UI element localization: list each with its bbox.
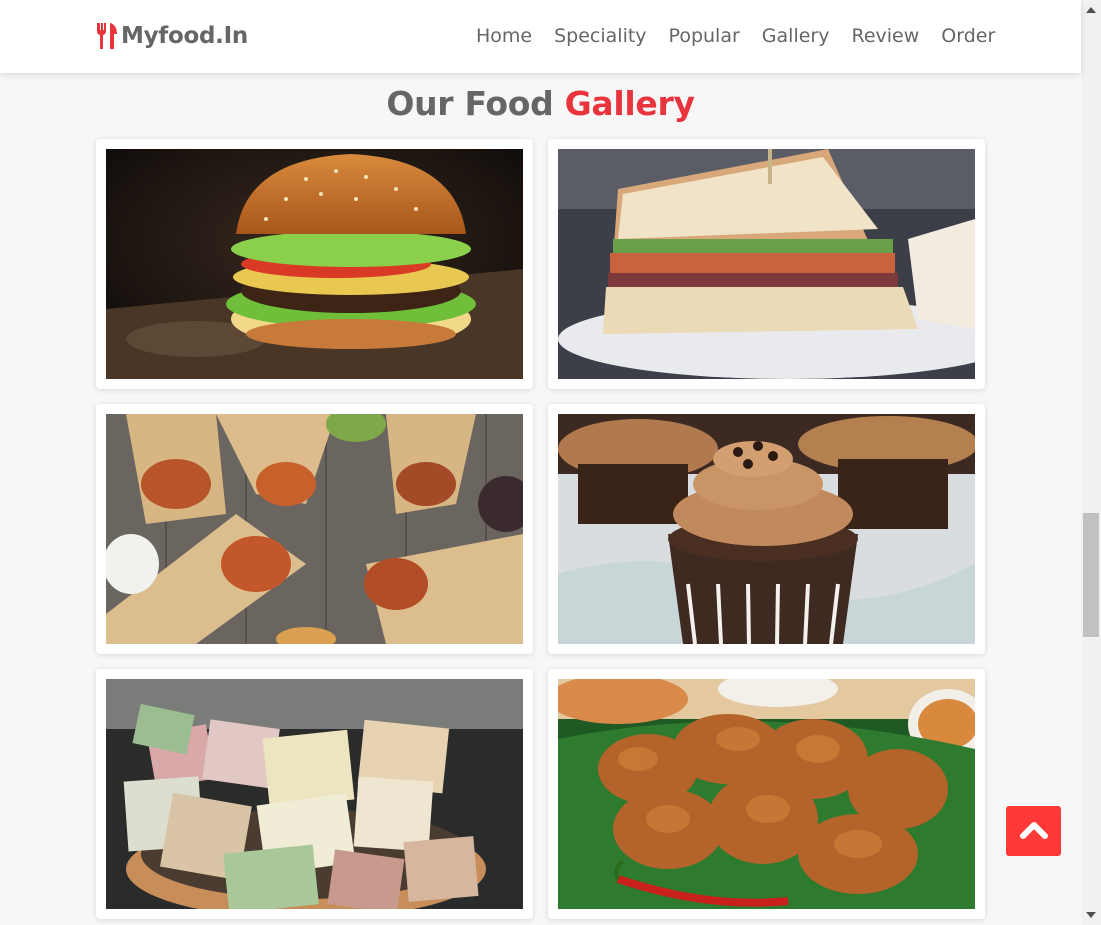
page-scrollbar[interactable] [1081,0,1101,925]
gallery-card-fried-chicken[interactable] [548,669,985,919]
sandwich-image [558,149,975,379]
cupcakes-image [558,414,975,644]
scroll-to-top-button[interactable] [1006,806,1061,856]
nav-speciality[interactable]: Speciality [554,24,646,48]
site-header: Myfood.In Home Speciality Popular Galler… [0,0,1081,73]
nav-popular[interactable]: Popular [669,24,740,48]
gallery-card-cupcakes[interactable] [548,404,985,654]
nav-review[interactable]: Review [851,24,919,48]
utensils-icon [95,22,119,50]
nav-home[interactable]: Home [476,24,532,48]
title-part1: Our Food [386,84,554,123]
scroll-thumb[interactable] [1083,513,1099,637]
gallery-card-burger[interactable] [96,139,533,389]
gallery-card-sandwich[interactable] [548,139,985,389]
fried-chicken-image [558,679,975,909]
gallery-title: Our Food Gallery [0,84,1081,123]
logo-link[interactable]: Myfood.In [95,20,248,52]
gallery-card-wraps[interactable] [96,404,533,654]
scroll-down-arrow-icon[interactable] [1086,912,1096,918]
title-part2: Gallery [564,84,695,123]
logo-text: Myfood.In [121,23,248,49]
chevron-up-icon [1019,819,1048,843]
wraps-image [106,414,523,644]
gallery-card-paneer[interactable] [96,669,533,919]
scroll-up-arrow-icon[interactable] [1086,7,1096,13]
nav-order[interactable]: Order [941,24,995,48]
main-nav: Home Speciality Popular Gallery Review O… [476,24,1017,48]
nav-gallery[interactable]: Gallery [762,24,830,48]
burger-image [106,149,523,379]
paneer-image [106,679,523,909]
